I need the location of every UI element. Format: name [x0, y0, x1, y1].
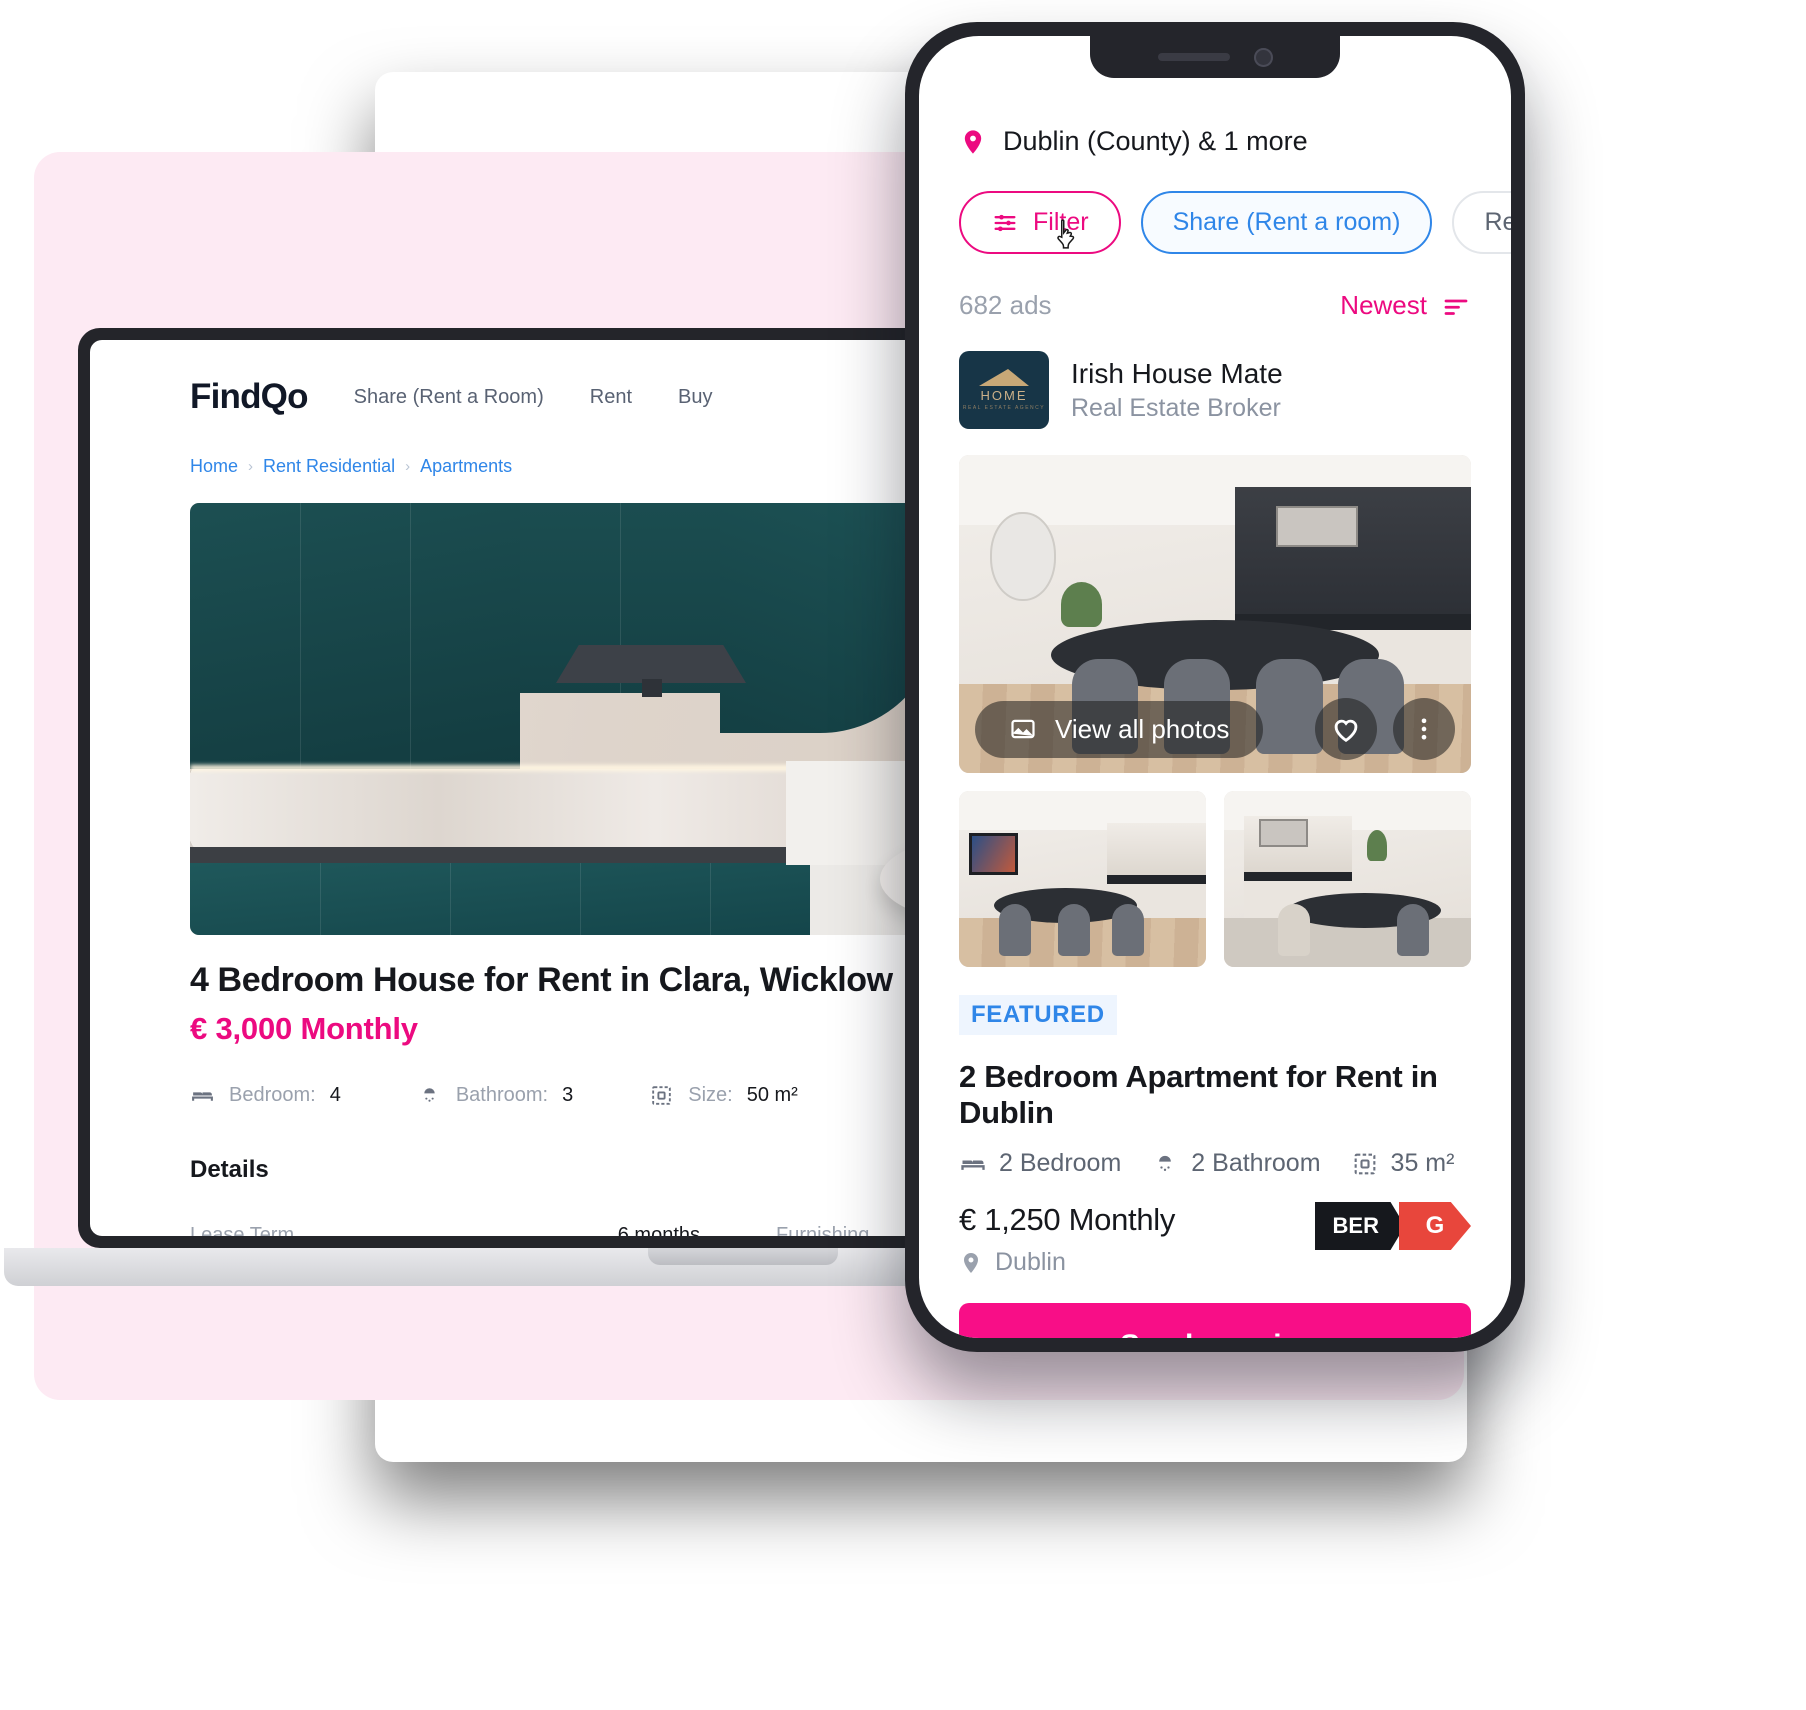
location-header[interactable]: Dublin (County) & 1 more — [959, 102, 1471, 157]
listing-card-location-label: Dublin — [995, 1248, 1066, 1276]
laptop-base-notch — [648, 1248, 838, 1265]
detail-key: Lease Term — [190, 1224, 295, 1236]
gallery-main-photo[interactable]: View all photos — [959, 455, 1471, 773]
sort-label: Newest — [1340, 290, 1427, 320]
broker-name: Irish House Mate — [1071, 357, 1283, 389]
location-label: Dublin (County) & 1 more — [1003, 126, 1308, 156]
breadcrumb-item-rent-residential[interactable]: Rent Residential — [263, 456, 395, 477]
listing-card-price-row: € 1,250 Monthly Dublin BER G — [959, 1202, 1471, 1277]
view-all-photos-button[interactable]: View all photos — [975, 700, 1264, 758]
phone-mockup: Dublin (County) & 1 more Filter Share (R… — [905, 22, 1525, 1352]
phone-frame: Dublin (County) & 1 more Filter Share (R… — [905, 22, 1525, 1352]
broker-logo-text: HOME — [980, 388, 1028, 403]
share-rent-a-room-chip[interactable]: Share (Rent a room) — [1140, 191, 1433, 254]
ber-rating: G — [1399, 1202, 1471, 1250]
map-pin-icon — [959, 1251, 983, 1275]
phone-app-body: Dublin (County) & 1 more Filter Share (R… — [919, 36, 1511, 1338]
more-options-button[interactable] — [1393, 698, 1455, 760]
results-summary-row: 682 ads Newest — [959, 290, 1471, 321]
shower-icon — [417, 1083, 442, 1108]
share-chip-label: Share (Rent a room) — [1172, 208, 1401, 236]
spec-bathroom-label: Bathroom: — [455, 1084, 549, 1106]
card-spec-bedroom: 2 Bedroom — [959, 1149, 1121, 1178]
nav-item-rent[interactable]: Rent — [590, 386, 632, 409]
spec-size-value: 50 m² — [746, 1084, 798, 1106]
listing-card-price: € 1,250 Monthly — [959, 1202, 1176, 1237]
image-icon — [1009, 715, 1037, 743]
spec-bedroom: Bedroom: 4 — [190, 1083, 341, 1108]
phone-notch — [1090, 36, 1340, 78]
heart-icon — [1329, 712, 1363, 746]
filter-chip-label: Filter — [1033, 208, 1089, 236]
rent-residential-chip[interactable]: Rent Re — [1452, 191, 1511, 254]
view-all-photos-label: View all photos — [1055, 713, 1230, 744]
front-camera-icon — [1253, 47, 1273, 67]
sort-control[interactable]: Newest — [1340, 290, 1471, 321]
spec-size-label: Size: — [688, 1084, 733, 1106]
send-enquiry-button[interactable]: Send enquiry — [959, 1303, 1471, 1338]
ads-count: 682 ads — [959, 290, 1052, 320]
house-roof-icon — [979, 369, 1029, 386]
spec-bathroom: Bathroom: 3 — [417, 1083, 573, 1108]
listing-title: 4 Bedroom House for Rent in Clara, Wickl… — [190, 961, 893, 999]
nav-item-share[interactable]: Share (Rent a Room) — [354, 386, 544, 409]
bed-icon — [190, 1083, 215, 1108]
bed-icon — [959, 1150, 987, 1178]
listing-card-specs: 2 Bedroom 2 Bathroom 35 m² — [959, 1149, 1471, 1178]
breadcrumb-item-home[interactable]: Home — [190, 456, 238, 477]
sliders-icon — [991, 209, 1019, 237]
breadcrumb-separator-icon: › — [405, 458, 411, 475]
listing-price: € 3,000 Monthly — [190, 1011, 418, 1046]
gallery-overlay: View all photos — [959, 685, 1471, 773]
detail-value: 6 months — [617, 1224, 700, 1236]
map-pin-icon — [959, 128, 987, 156]
favorite-button[interactable] — [1315, 698, 1377, 760]
kebab-menu-icon — [1410, 715, 1438, 743]
spec-bedroom-value: 4 — [329, 1084, 341, 1106]
gallery-thumbnails — [959, 791, 1471, 967]
earpiece-speaker — [1157, 53, 1230, 61]
nav-item-buy[interactable]: Buy — [678, 386, 712, 409]
listing-card-location: Dublin — [959, 1248, 1175, 1277]
filter-chip-button[interactable]: Filter — [959, 191, 1121, 254]
gallery-thumbnail[interactable] — [1224, 791, 1471, 967]
area-icon — [649, 1083, 674, 1108]
ber-label: BER — [1314, 1202, 1405, 1250]
breadcrumb-item-apartments[interactable]: Apartments — [420, 456, 512, 477]
screenshot-root: FindQo Share (Rent a Room) Rent Buy Home… — [0, 0, 1806, 1710]
featured-badge: FEATURED — [959, 995, 1117, 1035]
rent-chip-label: Rent Re — [1484, 208, 1511, 236]
breadcrumb-separator-icon: › — [248, 458, 254, 475]
broker-logo-subtext: REAL ESTATE AGENCY — [962, 405, 1046, 411]
card-spec-size-label: 35 m² — [1390, 1149, 1455, 1177]
card-spec-bathroom: 2 Bathroom — [1151, 1149, 1321, 1178]
sort-icon — [1441, 291, 1471, 321]
card-spec-size: 35 m² — [1351, 1149, 1455, 1178]
listing-gallery: View all photos — [959, 455, 1471, 967]
shower-icon — [1151, 1150, 1179, 1178]
broker-header[interactable]: HOME REAL ESTATE AGENCY Irish House Mate… — [959, 351, 1471, 429]
area-icon — [1351, 1150, 1379, 1178]
ber-badge: BER G — [1314, 1202, 1471, 1250]
spec-bedroom-label: Bedroom: — [229, 1084, 316, 1106]
phone-screen: Dublin (County) & 1 more Filter Share (R… — [919, 36, 1511, 1338]
gallery-actions — [1315, 698, 1455, 760]
gallery-thumbnail[interactable] — [959, 791, 1206, 967]
broker-logo: HOME REAL ESTATE AGENCY — [959, 351, 1049, 429]
spec-bathroom-value: 3 — [562, 1084, 574, 1106]
listing-card-title[interactable]: 2 Bedroom Apartment for Rent in Dublin — [959, 1059, 1471, 1131]
broker-role: Real Estate Broker — [1071, 393, 1281, 422]
card-spec-bedroom-label: 2 Bedroom — [999, 1149, 1122, 1177]
card-spec-bathroom-label: 2 Bathroom — [1191, 1149, 1321, 1177]
filter-chips-row: Filter Share (Rent a room) Rent Re — [959, 191, 1511, 254]
site-logo[interactable]: FindQo — [190, 377, 308, 417]
spec-size: Size: 50 m² — [649, 1083, 798, 1108]
